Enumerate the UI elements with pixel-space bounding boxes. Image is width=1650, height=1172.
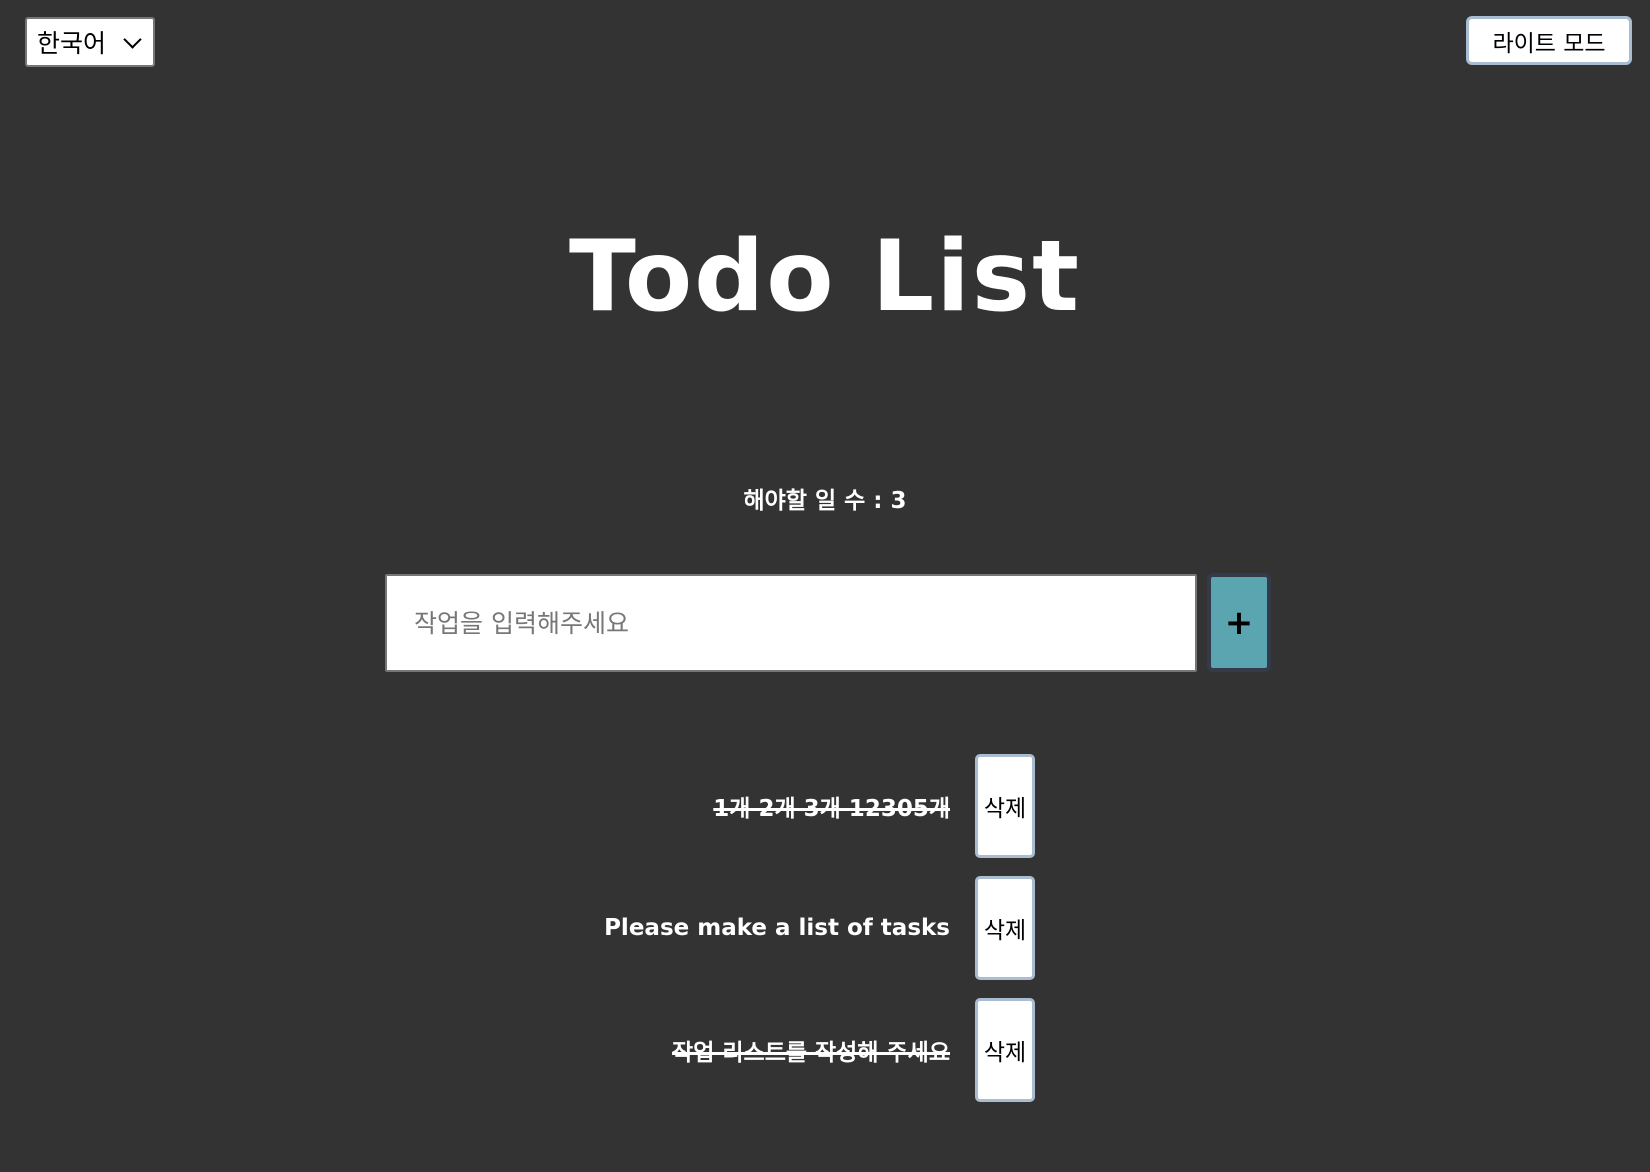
todo-text[interactable]: 작업 리스트를 작성해 주세요 [672,1033,950,1067]
delete-button[interactable]: 삭제 [975,876,1035,980]
language-select[interactable]: 한국어 [25,17,155,67]
delete-button[interactable]: 삭제 [975,998,1035,1102]
language-select-value: 한국어 [37,29,107,58]
chevron-down-icon [123,29,142,49]
page-title: Todo List [569,220,1081,334]
task-input[interactable] [385,574,1197,672]
todo-item: 작업 리스트를 작성해 주세요 삭제 [0,998,1035,1102]
light-mode-button[interactable]: 라이트 모드 [1466,16,1632,65]
delete-button[interactable]: 삭제 [975,754,1035,858]
todo-text[interactable]: 1개 2개 3개 12305개 [713,789,950,823]
todo-item: 1개 2개 3개 12305개 삭제 [0,754,1035,858]
add-task-button[interactable]: + [1207,573,1271,672]
todo-text[interactable]: Please make a list of tasks [604,915,950,941]
remaining-count: 해야할 일 수 : 3 [743,488,907,514]
todo-item: Please make a list of tasks 삭제 [0,876,1035,980]
